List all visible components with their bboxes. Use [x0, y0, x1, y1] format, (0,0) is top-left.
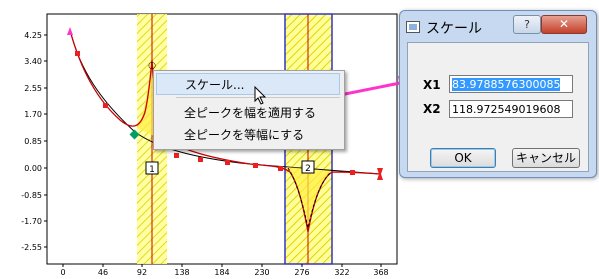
context-menu: スケール... 全ピークを幅を適用する 全ピークを等幅にする [153, 70, 345, 150]
ok-button[interactable]: OK [430, 148, 496, 168]
x2-input[interactable]: 118.972549019608 [449, 100, 573, 118]
menu-item-label: 全ピークを幅を適用する [184, 106, 317, 120]
x-tick-label: 184 [214, 268, 229, 277]
help-button[interactable]: ? [513, 15, 541, 34]
y-tick-label: 0.00 [24, 164, 42, 173]
menu-item-label: スケール... [185, 78, 245, 92]
y-tick-label: 0.85 [24, 137, 42, 146]
y-tick-label: 2.55 [24, 84, 42, 93]
y-axis: 4.25 3.40 2.55 1.70 0.85 0.00 -0.85 -1.7… [21, 31, 47, 252]
x-tick-label: 230 [254, 268, 269, 277]
close-button[interactable]: ✕ [541, 15, 587, 34]
x-tick-label: 0 [60, 268, 65, 277]
peak1-label: 1 [149, 165, 155, 175]
x-tick-label: 138 [174, 268, 189, 277]
y-tick-label: 4.25 [24, 31, 42, 40]
cancel-button[interactable]: キャンセル [512, 148, 580, 168]
y-tick-label: -1.70 [21, 217, 42, 226]
menu-item-scale[interactable]: スケール... [156, 73, 340, 95]
scale-dialog: スケール ? ✕ X1 83.9788576300085 X2 118.9725… [399, 10, 597, 178]
y-tick-label: -2.55 [21, 243, 42, 252]
x2-value: 118.972549019608 [452, 103, 561, 116]
x-axis: 0 46 92 138 184 230 276 322 368 [60, 264, 389, 277]
x-tick-label: 92 [137, 268, 147, 277]
y-tick-label: -0.85 [21, 191, 42, 200]
menu-item-apply-width-all-peaks[interactable]: 全ピークを幅を適用する [156, 102, 340, 124]
x1-input[interactable]: 83.9788576300085 [449, 75, 573, 93]
x-tick-label: 322 [334, 268, 349, 277]
dialog-title: スケール [426, 21, 482, 37]
y-tick-label: 1.70 [24, 110, 42, 119]
x-tick-label: 368 [373, 268, 388, 277]
x1-label: X1 [423, 78, 441, 92]
x1-value: 83.9788576300085 [452, 78, 561, 91]
peak2-label: 2 [305, 164, 311, 174]
menu-item-label: 全ピークを等幅にする [184, 128, 305, 142]
x2-label: X2 [423, 102, 441, 116]
dialog-body: X1 83.9788576300085 X2 118.972549019608 … [407, 42, 589, 172]
menu-item-equal-width-all-peaks[interactable]: 全ピークを等幅にする [156, 124, 340, 146]
y-tick-label: 3.40 [24, 57, 42, 66]
mouse-pointer-icon [254, 86, 267, 105]
window-icon [406, 21, 420, 33]
x-tick-label: 46 [98, 268, 108, 277]
dialog-titlebar[interactable]: スケール ? ✕ [400, 11, 596, 43]
x-tick-label: 276 [294, 268, 309, 277]
